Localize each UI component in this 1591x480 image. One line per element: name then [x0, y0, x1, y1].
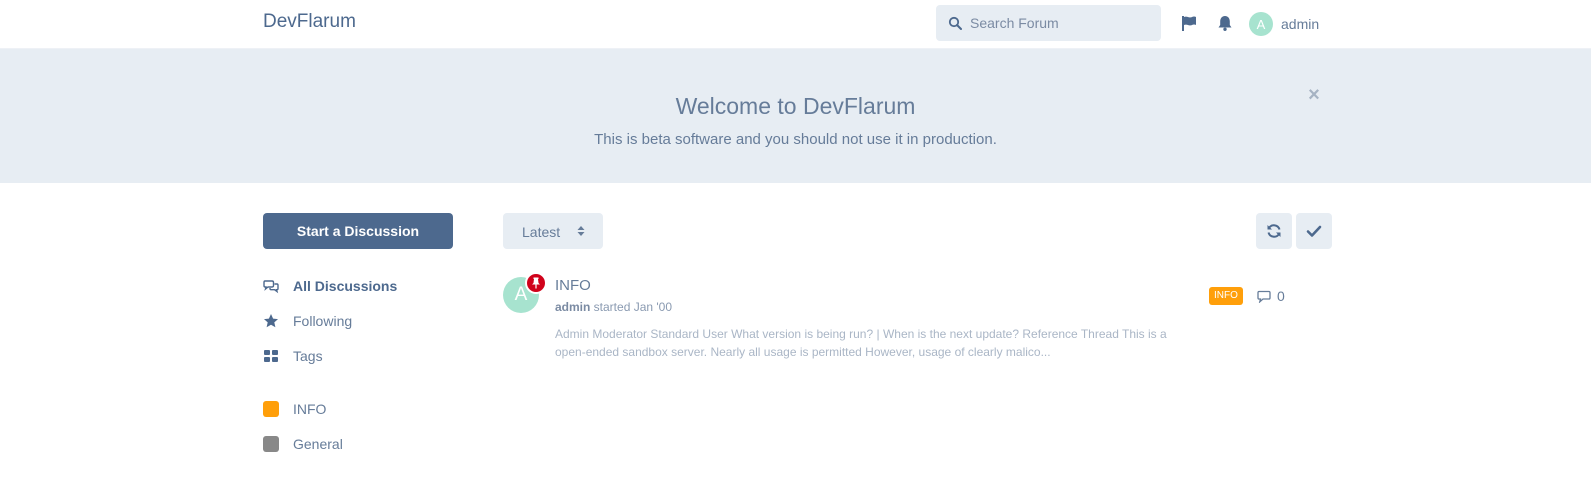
brand-logo-link[interactable]: DevFlarum: [263, 11, 356, 33]
sidebar-item-label: Following: [293, 313, 353, 329]
search-icon: [948, 16, 962, 30]
sidebar-item-tags[interactable]: Tags: [263, 345, 323, 367]
sort-label: Latest: [522, 224, 561, 240]
sidebar-item-following[interactable]: Following: [263, 310, 352, 332]
sidebar-item-all-discussions[interactable]: All Discussions: [263, 275, 397, 297]
sidebar-tag-info[interactable]: INFO: [263, 398, 326, 420]
sidebar-item-label: Tags: [293, 348, 323, 364]
check-icon: [1306, 225, 1322, 237]
bell-icon[interactable]: [1216, 14, 1234, 32]
avatar: A: [1249, 12, 1273, 36]
discussion-author[interactable]: admin: [555, 300, 590, 314]
reply-count[interactable]: 0: [1257, 287, 1285, 305]
sidebar-tag-general[interactable]: General: [263, 433, 343, 455]
sidebar-item-label: INFO: [293, 401, 327, 417]
welcome-hero: Welcome to DevFlarum This is beta softwa…: [0, 49, 1591, 183]
sort-dropdown[interactable]: Latest: [503, 213, 603, 249]
hero-description: This is beta software and you should not…: [594, 131, 997, 148]
sidebar-item-label: General: [293, 436, 343, 452]
flag-icon[interactable]: [1180, 14, 1198, 32]
discussion-meta: admin started Jan '00: [555, 300, 672, 314]
pin-icon: [532, 277, 540, 289]
star-icon: [264, 314, 278, 328]
session-dropdown[interactable]: A admin: [1249, 11, 1319, 37]
search-input[interactable]: [970, 5, 1155, 41]
refresh-icon: [1267, 224, 1281, 238]
close-icon[interactable]: ×: [1304, 85, 1324, 105]
comments-icon: [263, 280, 279, 294]
tag-badge[interactable]: INFO: [1209, 287, 1243, 305]
username-label: admin: [1281, 16, 1320, 32]
sort-caret-icon: [577, 226, 585, 236]
discussion-title[interactable]: INFO: [555, 277, 591, 294]
mark-all-read-button[interactable]: [1296, 213, 1332, 249]
grid-icon: [264, 350, 278, 362]
hero-title: Welcome to DevFlarum: [675, 93, 916, 119]
reply-count-value: 0: [1277, 288, 1285, 304]
start-discussion-button[interactable]: Start a Discussion: [263, 213, 453, 249]
discussion-started: started Jan '00: [590, 300, 673, 314]
tag-color-swatch: [263, 401, 279, 417]
app-header: DevFlarum A admin: [0, 0, 1591, 49]
discussion-excerpt: Admin Moderator Standard User What versi…: [555, 327, 1167, 359]
tag-color-swatch: [263, 436, 279, 452]
comment-icon: [1257, 290, 1271, 303]
pin-badge: [525, 272, 547, 294]
sidebar-item-label: All Discussions: [293, 278, 398, 294]
search-box[interactable]: [936, 5, 1161, 41]
discussion-list-item[interactable]: A INFO admin started Jan '00 Admin Moder…: [503, 272, 1333, 365]
refresh-button[interactable]: [1256, 213, 1292, 249]
